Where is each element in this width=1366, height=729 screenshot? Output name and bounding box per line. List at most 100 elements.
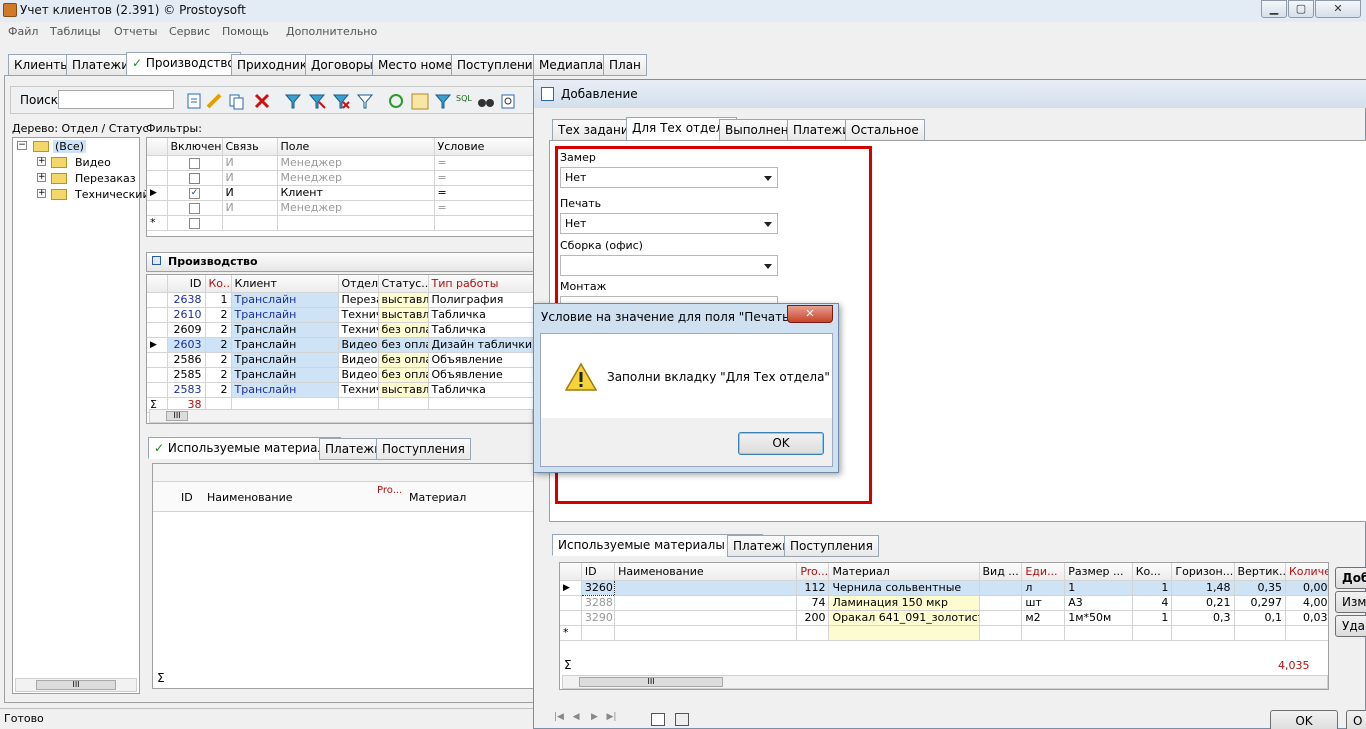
- expand-icon[interactable]: +: [37, 157, 46, 166]
- col-id[interactable]: ID: [581, 563, 616, 581]
- last-record-icon[interactable]: ▶|: [606, 712, 616, 722]
- tab-production[interactable]: ✓ Производство: [126, 52, 241, 76]
- col-link[interactable]: Связь: [222, 138, 278, 156]
- col-unit[interactable]: Еди...: [1021, 563, 1066, 581]
- col-enabled[interactable]: Включен: [167, 138, 223, 156]
- filter-checkbox-checked[interactable]: ✓: [189, 187, 200, 199]
- col-pro[interactable]: Pro...: [377, 485, 402, 496]
- filter-row[interactable]: И Менеджер =: [147, 155, 536, 171]
- prev-record-icon[interactable]: ◀: [573, 712, 580, 722]
- menu-extra[interactable]: Дополнительно: [286, 25, 377, 38]
- first-record-icon[interactable]: |◀: [554, 712, 564, 722]
- table-row[interactable]: 2586 2 Транслайн Видео без опла Объявление: [147, 352, 536, 368]
- measure-select[interactable]: Нет: [560, 167, 778, 188]
- menu-file[interactable]: Файл: [8, 25, 38, 38]
- tab-bottom-incomes[interactable]: Поступления: [376, 438, 471, 460]
- report-icon[interactable]: [675, 713, 689, 726]
- assembly-select[interactable]: [560, 255, 778, 276]
- filter-checkbox[interactable]: [189, 172, 200, 184]
- menu-help[interactable]: Помощь: [222, 25, 269, 38]
- tree-hscrollbar[interactable]: III: [15, 678, 137, 692]
- ok-button[interactable]: OK: [1270, 710, 1338, 729]
- col-work-type[interactable]: Тип работы: [428, 275, 536, 293]
- filter-row[interactable]: И Менеджер =: [147, 200, 536, 216]
- table-row[interactable]: 3288 74 Ламинация 150 мкр шт А3 4 0,21 0,297 4,0…: [560, 595, 1328, 611]
- filter-new-row[interactable]: *: [147, 215, 536, 231]
- search-input[interactable]: [58, 90, 174, 109]
- col-name[interactable]: Наименование: [207, 491, 292, 504]
- col-vertical[interactable]: Вертик...: [1234, 563, 1286, 581]
- dialog-close-button[interactable]: ✕: [787, 305, 833, 323]
- tree-item-technical[interactable]: Технический: [75, 188, 150, 201]
- sum-label: Σ: [157, 671, 165, 685]
- col-dept[interactable]: Отдел: [338, 275, 379, 293]
- tab-sub-incomes[interactable]: Поступления: [784, 535, 879, 557]
- print-select[interactable]: Нет: [560, 213, 778, 234]
- filter-checkbox[interactable]: [189, 217, 200, 229]
- filter-checkbox[interactable]: [189, 202, 200, 214]
- tab-contracts[interactable]: Договоры: [305, 54, 379, 76]
- menu-tables[interactable]: Таблицы: [50, 25, 101, 38]
- cancel-button[interactable]: O: [1346, 710, 1366, 729]
- folder-icon: [51, 173, 67, 184]
- tab-other[interactable]: Остальное: [845, 119, 925, 141]
- col-count[interactable]: Ко...: [205, 275, 232, 293]
- edit-material-button[interactable]: Изм: [1335, 591, 1366, 613]
- col-material[interactable]: Материал: [409, 491, 466, 504]
- col-name[interactable]: Наименование: [614, 563, 798, 581]
- tab-plan[interactable]: План: [603, 54, 647, 76]
- filter-row[interactable]: ▶ ✓ И Клиент =: [147, 185, 536, 201]
- edit-form-icon[interactable]: [651, 713, 665, 726]
- tab-incomes[interactable]: Поступления: [451, 54, 546, 76]
- add-material-button[interactable]: Доба: [1335, 567, 1366, 589]
- table-row[interactable]: 26092ТранслайнТехничбез оплаТабличка: [147, 322, 536, 338]
- minimize-button[interactable]: ▁: [1261, 0, 1287, 18]
- chevron-down-icon: [764, 264, 772, 269]
- col-kind[interactable]: Вид ...: [979, 563, 1023, 581]
- table-new-row[interactable]: *: [560, 625, 1328, 641]
- table-row[interactable]: 26102ТранслайнТехничвыставлеТабличка: [147, 307, 536, 323]
- maximize-button[interactable]: ▢: [1288, 0, 1314, 18]
- tree-root[interactable]: (Все): [53, 140, 86, 153]
- collapse-icon[interactable]: [152, 256, 161, 265]
- expand-icon[interactable]: +: [37, 189, 46, 198]
- tab-used-materials[interactable]: ✓ Используемые материалы: [148, 437, 341, 459]
- col-quantity[interactable]: Количе...: [1285, 563, 1328, 581]
- col-qty[interactable]: Ко...: [1132, 563, 1173, 581]
- table-row-selected[interactable]: ▶ 2603 2 Транслайн Видео без опла Дизайн табли…: [147, 337, 536, 353]
- col-id[interactable]: ID: [167, 275, 206, 293]
- col-id[interactable]: ID: [181, 491, 193, 504]
- table-row[interactable]: 2585 2 Транслайн Видео без опла Объявление: [147, 367, 536, 383]
- menu-reports[interactable]: Отчеты: [114, 25, 157, 38]
- collapse-icon[interactable]: −: [17, 141, 27, 150]
- col-condition[interactable]: Условие: [434, 138, 536, 156]
- tab-production-label: Производство: [145, 56, 235, 70]
- table-row[interactable]: 26381ТранслайнПерезавыставлеПолиграфия: [147, 292, 536, 308]
- col-field[interactable]: Поле: [277, 138, 435, 156]
- tree-item-reorder[interactable]: Перезаказ: [75, 172, 136, 185]
- col-client[interactable]: Клиент: [231, 275, 339, 293]
- status-bar: Готово: [0, 708, 540, 729]
- filter-row[interactable]: И Менеджер =: [147, 170, 536, 186]
- table-row[interactable]: 25832ТранслайнТехничвыставлеТабличка: [147, 382, 536, 398]
- col-material[interactable]: Материал: [828, 563, 980, 581]
- table-row[interactable]: 3290200Оракал 641_091_золотистый мам21м*…: [560, 610, 1328, 626]
- warning-icon: [565, 362, 597, 391]
- col-status[interactable]: Статус...: [378, 275, 429, 293]
- filter-checkbox[interactable]: [189, 157, 200, 169]
- next-record-icon[interactable]: ▶: [591, 712, 598, 722]
- menu-service[interactable]: Сервис: [169, 25, 210, 38]
- col-pro[interactable]: Pro...: [796, 563, 830, 581]
- col-horizontal[interactable]: Горизон...: [1171, 563, 1235, 581]
- table-row-selected[interactable]: ▶ 3260 112 Чернила сольвентные л 1 1 1,48 0,35 0,…: [560, 579, 1328, 596]
- tab-payments[interactable]: Платежи: [66, 54, 136, 76]
- materials-hscrollbar[interactable]: III: [562, 675, 1328, 689]
- col-size[interactable]: Размер ...: [1064, 563, 1133, 581]
- dialog-ok-button[interactable]: OK: [738, 432, 824, 455]
- delete-material-button[interactable]: Уда: [1335, 615, 1366, 637]
- close-window-button[interactable]: ✕: [1315, 0, 1361, 18]
- production-hscrollbar[interactable]: III: [149, 409, 533, 423]
- tree-panel: − (Все) + Видео + Перезаказ + Технически…: [12, 137, 150, 694]
- tree-item-video[interactable]: Видео: [75, 156, 111, 169]
- expand-icon[interactable]: +: [37, 173, 46, 182]
